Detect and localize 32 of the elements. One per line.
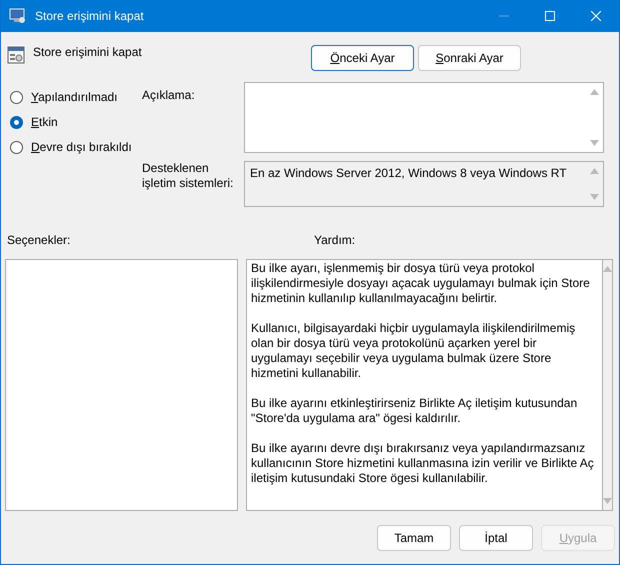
help-paragraph: Bu ilke ayarını devre dışı bırakırsanız veya yapılandırmazsanız kullanıcının Store hizmetini kullanmasına izin verilir ve Birlikte Aç iletişim kutusundaki Store ögesi kullanılabilir. — [251, 441, 595, 486]
radio-label[interactable]: Devre dışı bırakıldı — [31, 140, 132, 155]
window-title: Store erişimini kapat — [35, 8, 145, 24]
nav-button[interactable]: Sonraki Ayar — [418, 45, 521, 71]
help-paragraph: Kullanıcı, bilgisayardaki hiçbir uygulamayla ilişkilendirilmemiş olan bir dosya türü veya protokolünü açarken yerel bir uygulamayı seçebilir veya uygulama bulmak üzere Store hizmetini kullanabilir. — [251, 321, 576, 381]
help-label: Yardım: — [314, 233, 356, 249]
scroll-down-icon[interactable] — [590, 194, 599, 200]
nav-button[interactable]: Önceki Ayar — [311, 45, 414, 71]
options-label: Seçenekler: — [7, 233, 72, 249]
radio-button[interactable] — [10, 141, 23, 154]
dialog-button[interactable]: Tamam — [377, 525, 451, 551]
close-icon[interactable] — [591, 11, 601, 21]
help-paragraph: Bu ilke ayarını etkinleştirirseniz Birlikte Aç iletişim kutusundan "Store'da uygulama ara" ögesi kaldırılır. — [251, 396, 578, 426]
app-icon — [9, 8, 27, 24]
comment-field[interactable] — [244, 82, 604, 153]
policy-icon — [7, 46, 25, 64]
scroll-up-icon[interactable] — [590, 89, 599, 95]
radio-label[interactable]: Yapılandırılmadı — [31, 90, 118, 105]
radio-button[interactable] — [10, 116, 23, 129]
scroll-down-icon[interactable] — [590, 140, 599, 146]
scroll-up-icon[interactable] — [603, 266, 612, 272]
maximize-icon[interactable] — [545, 11, 555, 21]
supported-label: Desteklenen işletim sistemleri: — [142, 161, 234, 192]
comment-label: Açıklama: — [142, 87, 196, 104]
radio-label[interactable]: Etkin — [31, 115, 58, 130]
scroll-up-icon[interactable] — [590, 168, 599, 174]
scroll-down-icon[interactable] — [603, 498, 612, 504]
help-paragraph: Bu ilke ayarı, işlenmemiş bir dosya türü veya protokol ilişkilendirmesiyle dosyayı açacak uygulamayı bulmak için Store hizmetinin kullanılıp kullanılmayacağını belirtir. — [251, 261, 591, 306]
supported-value: En az Windows Server 2012, Windows 8 veya Windows RT — [249, 165, 568, 182]
radio-button[interactable] — [10, 91, 23, 104]
policy-title: Store erişimini kapat — [33, 45, 143, 61]
dialog-button[interactable]: İptal — [459, 525, 533, 551]
